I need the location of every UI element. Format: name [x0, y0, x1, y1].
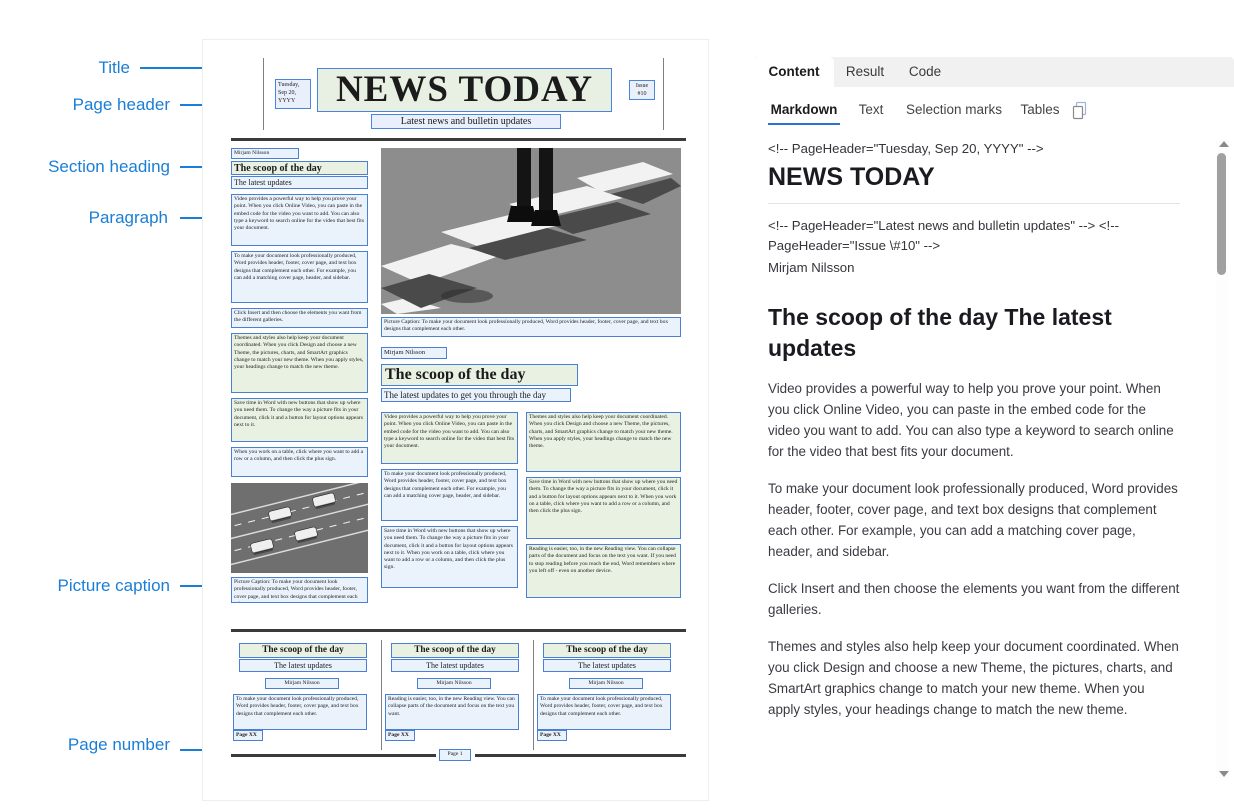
section2-right-paragraph-3: Reading is easier, too, in the new Readi…: [526, 544, 681, 598]
section2-right-paragraph-2: Save time in Word with new buttons that …: [526, 477, 681, 539]
markdown-author: Mirjam Nilsson: [768, 260, 855, 275]
section2-author: Mirjam Nilsson: [381, 347, 447, 359]
masthead-subtitle: Latest news and bulletin updates: [371, 114, 561, 129]
photo-crosswalk: [381, 148, 681, 314]
annotation-label-section-heading: Section heading: [48, 157, 170, 176]
section2-right-paragraph-1: Themes and styles also help keep your do…: [526, 412, 681, 472]
section1-paragraph-5: Save time in Word with new buttons that …: [231, 398, 368, 442]
markdown-content: <!-- PageHeader="Tuesday, Sep 20, YYYY" …: [768, 139, 1180, 736]
tab-code[interactable]: Code: [896, 57, 954, 87]
section1-picture-caption: Picture Caption: To make your document l…: [381, 317, 681, 337]
column-1-page: Page XX: [233, 730, 263, 741]
photo-highway: [231, 483, 368, 573]
header-divider-1: [231, 138, 686, 141]
column-2-page: Page XX: [385, 730, 415, 741]
subtab-text[interactable]: Text: [852, 99, 890, 121]
column-2-author: Mirjam Nilsson: [417, 678, 491, 689]
footer-divider-right: [475, 754, 686, 757]
section2-left-paragraph-2: To make your document look professionall…: [381, 469, 518, 521]
masthead-issue: Issue #10: [629, 80, 655, 100]
annotation-label-page-number: Page number: [67, 735, 170, 754]
annotation-label-title: Title: [98, 58, 131, 77]
scroll-up-arrow-icon[interactable]: [1219, 141, 1229, 147]
masthead-rule-right: [663, 58, 664, 130]
document-page-number: Page 1: [439, 749, 471, 761]
markdown-paragraph-2: To make your document look professionall…: [768, 481, 1178, 559]
column-3-body: To make your document look professionall…: [537, 694, 671, 730]
section1-paragraph-1: Video provides a powerful way to help yo…: [231, 194, 368, 246]
markdown-paragraph-1: Video provides a powerful way to help yo…: [768, 381, 1174, 459]
column-2-heading: The scoop of the day: [391, 643, 519, 658]
annotation-label-page-header: Page header: [72, 95, 170, 114]
section2-left-paragraph-1: Video provides a powerful way to help yo…: [381, 412, 518, 464]
document-page-preview[interactable]: Tuesday, Sep 20, YYYY NEWS TODAY Issue #…: [203, 40, 708, 800]
column-1-heading: The scoop of the day: [239, 643, 367, 658]
markdown-heading-2: The scoop of the day The latest updates: [768, 304, 1112, 361]
section1-heading: The scoop of the day: [231, 161, 368, 175]
masthead-rule-left: [263, 58, 264, 130]
tab-content[interactable]: Content: [754, 57, 834, 87]
column-1-subheading: The latest updates: [239, 659, 367, 672]
markdown-paragraph-3: Click Insert and then choose the element…: [768, 581, 1180, 617]
tab-strip: Content Result Code: [754, 57, 1234, 87]
masthead-title: NEWS TODAY: [317, 68, 612, 112]
section1-paragraph-3: Click Insert and then choose the element…: [231, 308, 368, 328]
annotation-label-paragraph: Paragraph: [88, 208, 168, 227]
annotated-document-panel: Title Page header Section heading Paragr…: [0, 0, 740, 810]
section2-left-paragraph-3: Save time in Word with new buttons that …: [381, 526, 518, 588]
markdown-heading-1: NEWS TODAY: [768, 163, 935, 191]
subtab-tables[interactable]: Tables: [1016, 99, 1064, 121]
section1-paragraph-2: To make your document look professionall…: [231, 251, 368, 303]
section1-subheading: The latest updates: [231, 176, 368, 189]
masthead: Tuesday, Sep 20, YYYY NEWS TODAY Issue #…: [231, 58, 686, 133]
markdown-comment-2: <!-- PageHeader="Latest news and bulleti…: [768, 218, 1119, 253]
column-2-subheading: The latest updates: [391, 659, 519, 672]
column-3-author: Mirjam Nilsson: [569, 678, 643, 689]
section1-paragraph-4: Themes and styles also help keep your do…: [231, 333, 368, 393]
subtab-selection-marks[interactable]: Selection marks: [900, 99, 1008, 121]
subtab-active-underline: [768, 123, 840, 125]
masthead-date: Tuesday, Sep 20, YYYY: [275, 79, 311, 109]
markdown-viewport[interactable]: <!-- PageHeader="Tuesday, Sep 20, YYYY" …: [754, 139, 1206, 779]
panel-body: Markdown Text Selection marks Tables <!-…: [754, 87, 1234, 784]
copy-icon[interactable]: [1071, 101, 1089, 121]
section2-subheading: The latest updates to get you through th…: [381, 388, 571, 402]
section2-picture-caption: Picture Caption: To make your document l…: [231, 577, 368, 603]
section1-author: Mirjam Nilsson: [231, 148, 299, 159]
column-1-author: Mirjam Nilsson: [265, 678, 339, 689]
results-panel: Content Result Code Markdown Text Select…: [740, 0, 1234, 810]
markdown-paragraph-4: Themes and styles also help keep your do…: [768, 639, 1179, 717]
column-rule-2: [533, 640, 534, 750]
markdown-comment-1: <!-- PageHeader="Tuesday, Sep 20, YYYY" …: [768, 141, 1044, 156]
section1-paragraph-6: When you work on a table, click where yo…: [231, 447, 368, 477]
markdown-divider: [768, 203, 1180, 204]
footer-divider-left: [231, 754, 436, 757]
tab-result[interactable]: Result: [834, 57, 896, 87]
column-rule-1: [381, 640, 382, 750]
column-3-subheading: The latest updates: [543, 659, 671, 672]
section2-heading: The scoop of the day: [381, 364, 578, 386]
column-1-body: To make your document look professionall…: [233, 694, 367, 730]
column-3-page: Page XX: [537, 730, 567, 741]
annotation-label-picture-caption: Picture caption: [57, 576, 170, 595]
footer-divider-1: [231, 629, 686, 632]
scrollbar-thumb[interactable]: [1217, 153, 1226, 275]
column-3-heading: The scoop of the day: [543, 643, 671, 658]
subtab-markdown[interactable]: Markdown: [768, 99, 840, 121]
column-2-body: Reading is easier, too, in the new Readi…: [385, 694, 519, 730]
scroll-down-arrow-icon[interactable]: [1219, 771, 1229, 777]
